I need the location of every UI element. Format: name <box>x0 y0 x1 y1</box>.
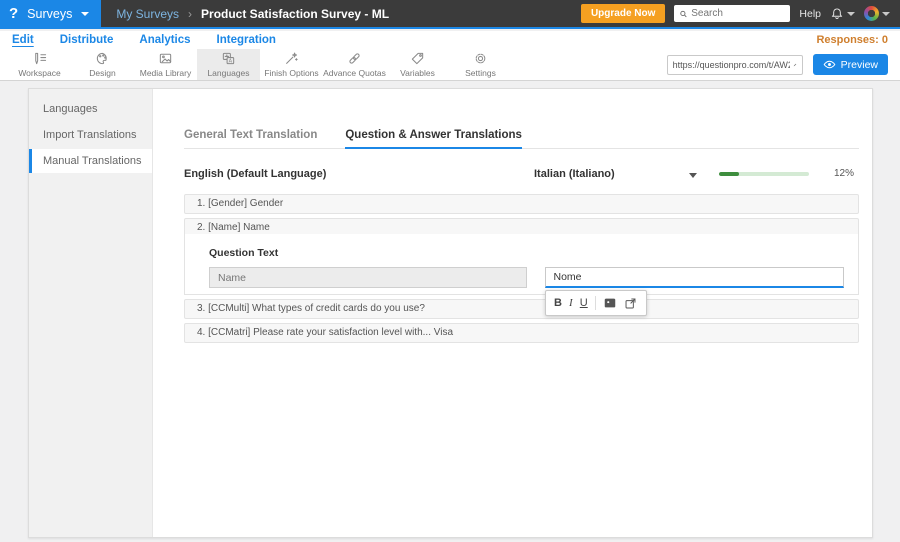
bold-button[interactable]: B <box>554 297 562 309</box>
toolbar-separator <box>594 296 596 310</box>
tool-workspace[interactable]: Workspace <box>8 49 71 80</box>
translate-icon: A <box>222 52 235 64</box>
source-language-label: English (Default Language) <box>184 168 327 180</box>
survey-url-box[interactable] <box>666 54 803 75</box>
surveys-menu-label: Surveys <box>27 6 73 21</box>
tool-design[interactable]: Design <box>71 49 134 80</box>
help-link[interactable]: Help <box>799 8 821 20</box>
gear-icon <box>475 53 486 64</box>
breadcrumb-separator: › <box>188 6 193 21</box>
sidebar-item-manual-translations[interactable]: Manual Translations <box>29 149 152 173</box>
tool-variables[interactable]: Variables <box>386 49 449 80</box>
tool-languages[interactable]: A Languages <box>197 49 260 80</box>
main-nav: Edit Distribute Analytics Integration Re… <box>0 31 900 49</box>
edit-toolbar: Workspace Design Media Library A Languag… <box>0 49 900 81</box>
survey-url-input[interactable] <box>672 59 790 70</box>
tab-general-text-translation[interactable]: General Text Translation <box>184 129 317 148</box>
translation-progress-percent: 12% <box>834 168 855 179</box>
languages-sidebar: Languages Import Translations Manual Tra… <box>29 89 153 537</box>
workspace-icon <box>35 52 47 65</box>
nav-edit[interactable]: Edit <box>12 34 34 46</box>
question-translation-panel: Question Text B I U <box>184 234 859 316</box>
pencil-icon[interactable] <box>793 60 797 70</box>
underline-button[interactable]: U <box>580 297 588 309</box>
search-input[interactable] <box>691 8 786 19</box>
target-language-select[interactable]: Italian (Italiano) <box>534 168 615 180</box>
image-icon <box>159 53 172 64</box>
preview-button[interactable]: Preview <box>812 54 888 75</box>
language-selection-row: English (Default Language) Italian (Ital… <box>184 165 859 185</box>
question-rows: 1. [Gender] Gender 2. [Name] Name Questi… <box>184 194 859 343</box>
tool-finish-options[interactable]: Finish Options <box>260 49 323 80</box>
chevron-down-icon <box>81 11 90 16</box>
target-text-wrap: B I U <box>544 267 844 316</box>
tool-advance-quotas[interactable]: Advance Quotas <box>323 49 386 80</box>
languages-panel: Languages Import Translations Manual Tra… <box>28 88 873 538</box>
upgrade-now-button[interactable]: Upgrade Now <box>580 4 666 23</box>
translation-inputs: B I U <box>209 267 844 316</box>
translation-tabs: General Text Translation Question & Answ… <box>184 129 859 149</box>
tab-question-answer-translations[interactable]: Question & Answer Translations <box>345 129 522 149</box>
questionpro-logo: ? <box>9 5 19 22</box>
toolbar-right: Preview <box>666 49 900 80</box>
insert-image-icon[interactable] <box>603 296 617 310</box>
responses-count[interactable]: Responses: 0 <box>816 34 888 46</box>
translations-content: General Text Translation Question & Answ… <box>153 89 872 537</box>
breadcrumb: My Surveys › Product Satisfaction Survey… <box>116 7 389 21</box>
eye-icon <box>823 60 835 69</box>
preview-label: Preview <box>840 58 878 71</box>
surveys-menu[interactable]: ? Surveys <box>0 0 102 27</box>
tag-icon <box>411 52 424 65</box>
account-menu[interactable] <box>864 6 890 21</box>
bell-icon <box>831 7 843 19</box>
text-editor-toolbar: B I U <box>544 290 647 316</box>
chevron-down-icon <box>882 11 890 16</box>
tool-settings[interactable]: Settings <box>449 49 512 80</box>
question-row-ccmatri[interactable]: 4. [CCMatri] Please rate your satisfacti… <box>184 323 859 343</box>
nav-analytics[interactable]: Analytics <box>139 34 190 46</box>
question-row-gender[interactable]: 1. [Gender] Gender <box>184 194 859 214</box>
open-in-new-icon[interactable] <box>624 297 637 310</box>
nav-integration[interactable]: Integration <box>217 34 276 46</box>
search-icon <box>680 10 688 17</box>
translation-progress-fill <box>719 172 739 176</box>
topbar-right: Upgrade Now Help <box>580 4 900 23</box>
source-text-input <box>209 267 527 288</box>
topbar: ? Surveys My Surveys › Product Satisfact… <box>0 0 900 29</box>
avatar <box>864 6 879 21</box>
chevron-down-icon <box>847 11 855 16</box>
question-text-label: Question Text <box>209 247 279 259</box>
chevron-down-icon[interactable] <box>689 173 697 178</box>
search-box[interactable] <box>674 5 791 22</box>
question-row-ccmulti[interactable]: 3. [CCMulti] What types of credit cards … <box>184 299 859 319</box>
nav-distribute[interactable]: Distribute <box>60 34 114 46</box>
svg-text:A: A <box>229 58 233 64</box>
wand-icon <box>286 52 298 64</box>
chain-icon <box>349 53 360 64</box>
sidebar-item-languages[interactable]: Languages <box>29 97 152 121</box>
breadcrumb-my-surveys[interactable]: My Surveys <box>116 7 179 21</box>
notifications-menu[interactable] <box>830 7 855 21</box>
survey-title: Product Satisfaction Survey - ML <box>201 6 390 21</box>
target-text-input[interactable] <box>544 267 844 288</box>
translation-progress-bar <box>719 172 809 176</box>
palette-icon <box>96 52 107 65</box>
tool-media-library[interactable]: Media Library <box>134 49 197 80</box>
italic-button[interactable]: I <box>569 297 573 309</box>
sidebar-item-import-translations[interactable]: Import Translations <box>29 123 152 147</box>
